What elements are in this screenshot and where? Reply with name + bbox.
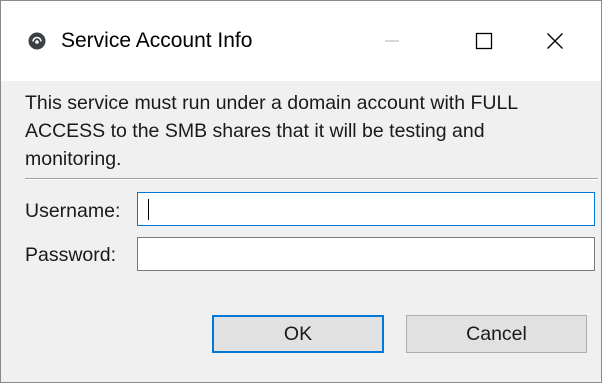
password-label: Password: [25, 244, 117, 266]
title-bar[interactable]: Service Account Info [1, 1, 601, 81]
username-label: Username: [25, 200, 121, 222]
window-title: Service Account Info [61, 29, 253, 52]
minimize-icon [385, 40, 399, 42]
cancel-button[interactable]: Cancel [406, 315, 587, 353]
dialog-body: This service must run under a domain acc… [1, 81, 601, 382]
text-caret [148, 199, 149, 220]
divider [25, 178, 598, 180]
password-input[interactable] [137, 237, 595, 271]
dialog-window: Service Account Info This service must r… [0, 0, 602, 383]
username-input[interactable] [137, 192, 595, 226]
minimize-button[interactable] [346, 1, 438, 81]
app-icon [28, 32, 46, 50]
maximize-icon [475, 32, 493, 50]
info-message: This service must run under a domain acc… [25, 92, 518, 170]
close-icon [547, 33, 563, 49]
ok-button[interactable]: OK [212, 315, 384, 353]
close-button[interactable] [509, 1, 601, 81]
